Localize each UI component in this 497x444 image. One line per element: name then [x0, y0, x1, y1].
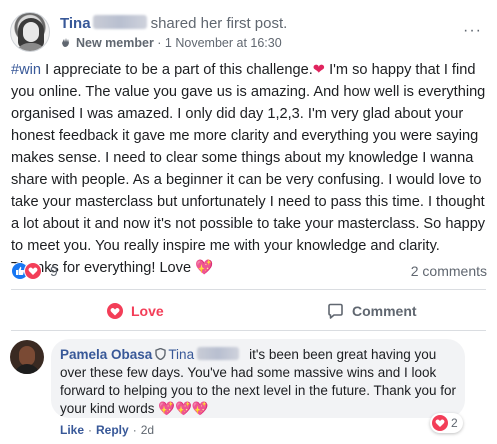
love-icon — [107, 303, 123, 319]
comment-love-icon — [432, 415, 448, 431]
author-line: Tina shared her first post. — [60, 15, 287, 32]
heart-emoji: ❤ — [312, 62, 326, 78]
separator: · — [88, 423, 93, 437]
separator: · — [132, 423, 137, 437]
author-name[interactable]: Tina — [60, 15, 91, 32]
reaction-count: 9 — [50, 263, 58, 279]
post-timestamp[interactable]: · 1 November at 16:30 — [157, 36, 281, 50]
wave-hand-icon — [62, 38, 69, 47]
member-badge: New member — [76, 36, 154, 50]
comment-reply-link[interactable]: Reply — [96, 423, 129, 437]
comment-icon — [328, 303, 343, 319]
action-divider-bottom — [11, 330, 486, 331]
love-reaction-icon — [24, 262, 42, 280]
comment-button-label: Comment — [352, 303, 417, 319]
comment-reaction-badge[interactable]: 2 — [430, 413, 463, 433]
comment-like-link[interactable]: Like — [60, 423, 84, 437]
comment-text: Pamela Obasa Tina it's been been great hav… — [60, 346, 460, 418]
tagged-user[interactable]: Tina — [168, 347, 194, 362]
comment-emojis: 💖💖💖 — [158, 401, 209, 416]
love-button-label: Love — [131, 303, 164, 319]
love-button[interactable]: Love — [107, 300, 164, 322]
admin-shield-icon — [155, 348, 167, 360]
commenter-name[interactable]: Pamela Obasa — [60, 347, 152, 362]
comments-count[interactable]: 2 comments — [411, 263, 487, 279]
redacted-tag-surname — [197, 347, 240, 360]
commenter-avatar[interactable] — [10, 340, 44, 374]
post-text-part1: I appreciate to be a part of this challe… — [41, 62, 313, 78]
redacted-surname — [92, 15, 147, 29]
comment-actions: Like · Reply · 2d — [60, 423, 154, 437]
post-meta: New member · 1 November at 16:30 — [60, 36, 282, 50]
comment-age[interactable]: 2d — [141, 423, 154, 437]
post-action-text: shared her first post. — [150, 15, 288, 32]
author-avatar[interactable] — [10, 12, 50, 52]
hashtag-link[interactable]: #win — [11, 62, 41, 78]
post-body: #win I appreciate to be a part of this c… — [11, 59, 489, 279]
comment-button[interactable]: Comment — [327, 300, 417, 322]
more-options-icon[interactable]: ··· — [463, 22, 482, 40]
post-header: Tina shared her first post. New member · … — [10, 12, 490, 56]
comment-reaction-count: 2 — [451, 416, 458, 430]
action-divider-top — [11, 289, 486, 290]
post-text-part2: I'm so happy that I find you online. The… — [11, 62, 486, 276]
sparkling-heart-emoji: 💖 — [195, 260, 214, 276]
